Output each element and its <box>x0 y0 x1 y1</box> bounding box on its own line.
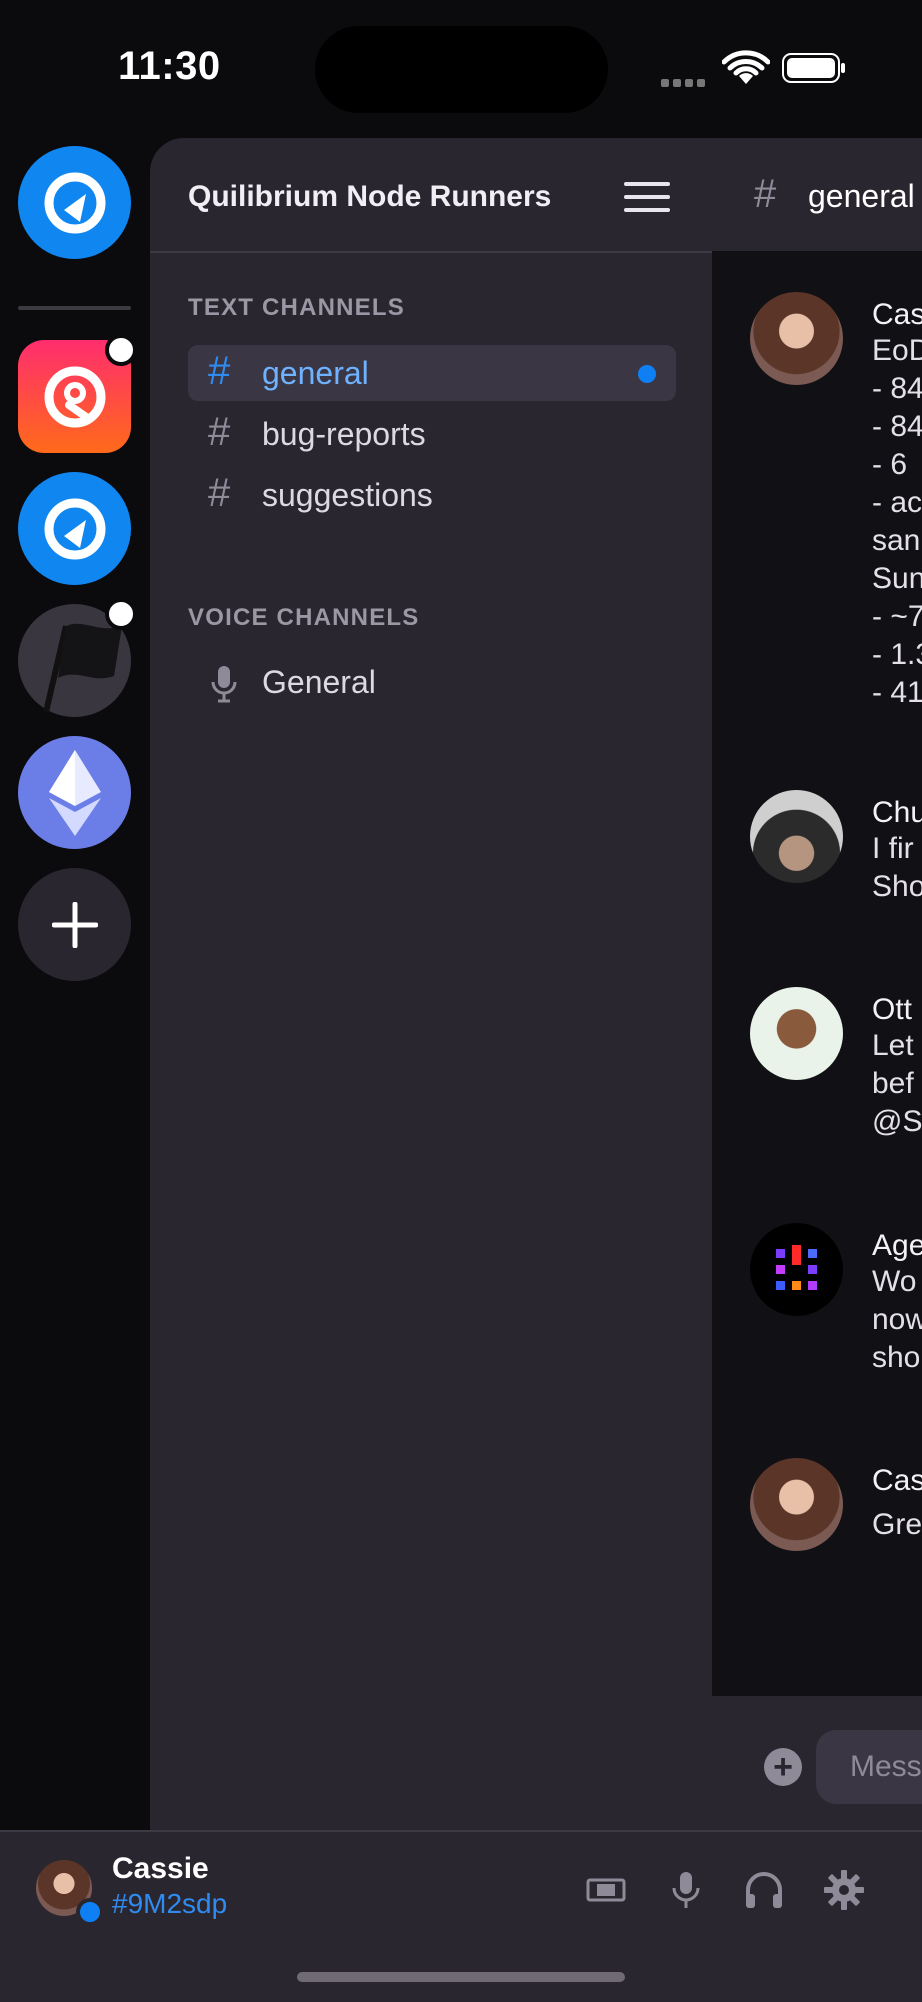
message-line: - 6 <box>872 448 908 481</box>
wifi-icon <box>722 50 770 84</box>
hashtag-icon: # <box>208 410 231 454</box>
message-line: - ~7 <box>872 600 922 633</box>
message-author: Chu <box>872 796 922 829</box>
message-line: - 84 <box>872 410 922 443</box>
unread-dot <box>638 365 656 383</box>
channel-bug-reports[interactable]: # bug-reports <box>188 406 712 462</box>
quilibrium-logo-icon <box>44 172 105 233</box>
microphone-icon <box>211 666 237 703</box>
message-line: - ac <box>872 486 922 519</box>
message-author: Cas <box>872 298 922 331</box>
user-tag[interactable]: #9M2sdp <box>112 1888 227 1920</box>
message-line: Let <box>872 1029 914 1062</box>
channel-suggestions[interactable]: # suggestions <box>188 467 712 523</box>
unread-dot <box>105 334 137 366</box>
message-line: - 84 <box>872 372 922 405</box>
chat-channel-title: general <box>808 178 915 214</box>
voice-channel-general[interactable]: General <box>188 654 712 710</box>
dynamic-island <box>315 26 608 113</box>
microphone-icon[interactable] <box>664 1868 708 1912</box>
hashtag-icon: # <box>208 349 231 393</box>
chat-area: # general Cas EoD - 84 - 84 - 6 - ac san… <box>712 138 922 1830</box>
server-name: Quilibrium Node Runners <box>188 180 552 213</box>
plus-icon <box>51 901 98 948</box>
message-line: - 41 <box>872 676 922 709</box>
voice-channels-label[interactable]: VOICE CHANNELS <box>188 604 420 632</box>
status-time: 11:30 <box>118 44 221 88</box>
text-channels-label[interactable]: TEXT CHANNELS <box>188 294 405 322</box>
message-line: Gre <box>872 1508 922 1541</box>
add-server-button[interactable] <box>18 868 131 981</box>
server-icon-node-runners[interactable] <box>18 472 131 585</box>
server-icon-quilibrium[interactable] <box>18 146 131 259</box>
message-line: bef <box>872 1067 914 1100</box>
message-line: now <box>872 1303 922 1336</box>
quilibrium-logo-icon <box>44 366 105 427</box>
message[interactable]: Ott Let bef @S <box>750 987 922 1157</box>
server-icon-community[interactable] <box>18 334 137 453</box>
message[interactable]: Cas EoD - 84 - 84 - 6 - ac san Sun - ~7 … <box>750 292 922 732</box>
user-name[interactable]: Cassie <box>112 1852 209 1886</box>
hashtag-icon: # <box>754 172 777 216</box>
channel-name: suggestions <box>262 477 433 513</box>
avatar[interactable] <box>750 292 843 385</box>
ethereum-icon <box>48 749 101 836</box>
message-line: san <box>872 524 921 557</box>
stream-icon[interactable] <box>584 1868 628 1912</box>
channel-panel: Quilibrium Node Runners TEXT CHANNELS # … <box>150 138 712 1830</box>
message-line: sho <box>872 1341 921 1374</box>
avatar[interactable] <box>750 790 843 883</box>
server-icon-ethereum[interactable] <box>18 736 131 849</box>
message-line: - 1.3 <box>872 638 922 671</box>
message-line: @S <box>872 1105 922 1138</box>
home-indicator[interactable] <box>297 1972 625 1982</box>
message-line: I fir <box>872 832 914 865</box>
avatar[interactable] <box>750 1458 843 1551</box>
user-bar: Cassie #9M2sdp <box>0 1830 922 2002</box>
hashtag-icon: # <box>208 471 231 515</box>
message-line: Sho <box>872 870 922 903</box>
message-author: Cas <box>872 1464 922 1497</box>
message[interactable]: Chu I fir Sho <box>750 790 922 920</box>
status-bar: 11:30 <box>0 0 922 130</box>
battery-icon <box>782 53 845 83</box>
server-rail <box>0 130 150 1830</box>
message-line: EoD <box>872 334 922 367</box>
channel-name: General <box>262 664 376 700</box>
channel-general[interactable]: # general <box>188 345 676 401</box>
cellular-signal-icon <box>661 74 709 92</box>
message[interactable]: Age Wo now sho <box>750 1223 922 1393</box>
channel-name: bug-reports <box>262 416 426 452</box>
message-author: Age <box>872 1229 922 1262</box>
unread-dot <box>105 598 137 630</box>
server-header[interactable]: Quilibrium Node Runners <box>150 138 712 253</box>
add-attachment-button[interactable]: + <box>764 1748 802 1786</box>
message-composer: + Mess <box>712 1696 922 1830</box>
message-input[interactable]: Mess <box>816 1730 922 1804</box>
channel-name: general <box>262 355 369 391</box>
chat-header[interactable]: # general <box>712 138 922 251</box>
rail-divider <box>18 306 131 310</box>
online-status-dot <box>76 1898 104 1926</box>
grid-logo-icon <box>776 1245 817 1290</box>
hamburger-menu-icon[interactable] <box>624 182 670 212</box>
headphones-icon[interactable] <box>742 1868 786 1912</box>
server-icon-flag[interactable] <box>18 598 137 717</box>
message-author: Ott <box>872 993 913 1026</box>
message-line: Wo <box>872 1265 917 1298</box>
message-line: Sun <box>872 562 922 595</box>
message[interactable]: Cas Gre <box>750 1458 922 1578</box>
quilibrium-logo-icon <box>44 498 105 559</box>
gear-icon[interactable] <box>822 1868 866 1912</box>
avatar[interactable] <box>750 987 843 1080</box>
avatar[interactable] <box>750 1223 843 1316</box>
